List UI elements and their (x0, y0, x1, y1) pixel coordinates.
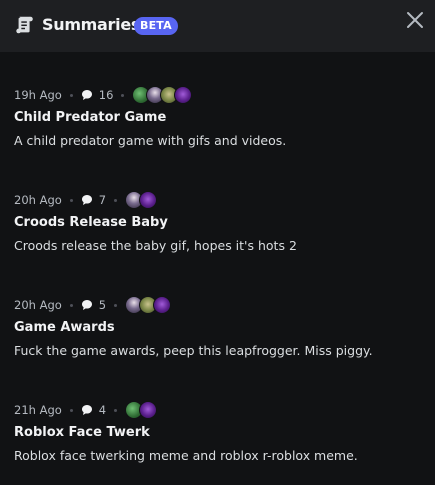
summary-time: 20h Ago (14, 193, 62, 207)
summary-meta: 21h Ago 4 (14, 400, 158, 420)
avatar[interactable] (174, 86, 193, 104)
comment-count: 4 (98, 403, 107, 417)
scroll-icon (16, 16, 33, 34)
summary-meta: 20h Ago 5 (14, 295, 172, 315)
separator-dot (114, 408, 118, 412)
summaries-header: Summaries BETA (0, 0, 435, 52)
separator-dot (114, 303, 118, 307)
comment-bubble-icon (81, 300, 92, 310)
summary-time: 21h Ago (14, 403, 62, 417)
comment-bubble-icon (81, 90, 92, 100)
separator-dot (121, 93, 125, 97)
summaries-panel: Summaries BETA 19h Ago 16 Child Predator… (0, 0, 435, 485)
page-title: Summaries (42, 15, 141, 34)
comment-count: 7 (98, 193, 107, 207)
comment-count: 16 (98, 88, 114, 102)
comment-count: 5 (98, 298, 107, 312)
avatar[interactable] (153, 296, 172, 314)
summary-time: 20h Ago (14, 298, 62, 312)
avatar[interactable] (139, 191, 158, 209)
close-icon[interactable] (405, 10, 425, 30)
summary-title: Croods Release Baby (14, 215, 168, 230)
comment-bubble-icon (81, 405, 92, 415)
summary-title: Child Predator Game (14, 110, 167, 125)
summary-meta: 20h Ago 7 (14, 190, 158, 210)
participant-avatars (125, 401, 158, 419)
separator-dot (69, 303, 73, 307)
separator-dot (69, 408, 73, 412)
separator-dot (69, 198, 73, 202)
participant-avatars (132, 86, 193, 104)
separator-dot (114, 198, 118, 202)
comment-bubble-icon (81, 195, 92, 205)
summary-description: A child predator game with gifs and vide… (14, 133, 287, 148)
separator-dot (69, 93, 73, 97)
participant-avatars (125, 191, 158, 209)
summary-time: 19h Ago (14, 88, 62, 102)
summary-description: Croods release the baby gif, hopes it's … (14, 238, 297, 253)
summary-meta: 19h Ago 16 (14, 85, 193, 105)
summary-description: Fuck the game awards, peep this leapfrog… (14, 343, 373, 358)
summary-title: Game Awards (14, 320, 115, 335)
avatar[interactable] (139, 401, 158, 419)
beta-badge: BETA (134, 17, 178, 35)
participant-avatars (125, 296, 172, 314)
summary-description: Roblox face twerking meme and roblox r-r… (14, 448, 358, 463)
summary-title: Roblox Face Twerk (14, 425, 150, 440)
